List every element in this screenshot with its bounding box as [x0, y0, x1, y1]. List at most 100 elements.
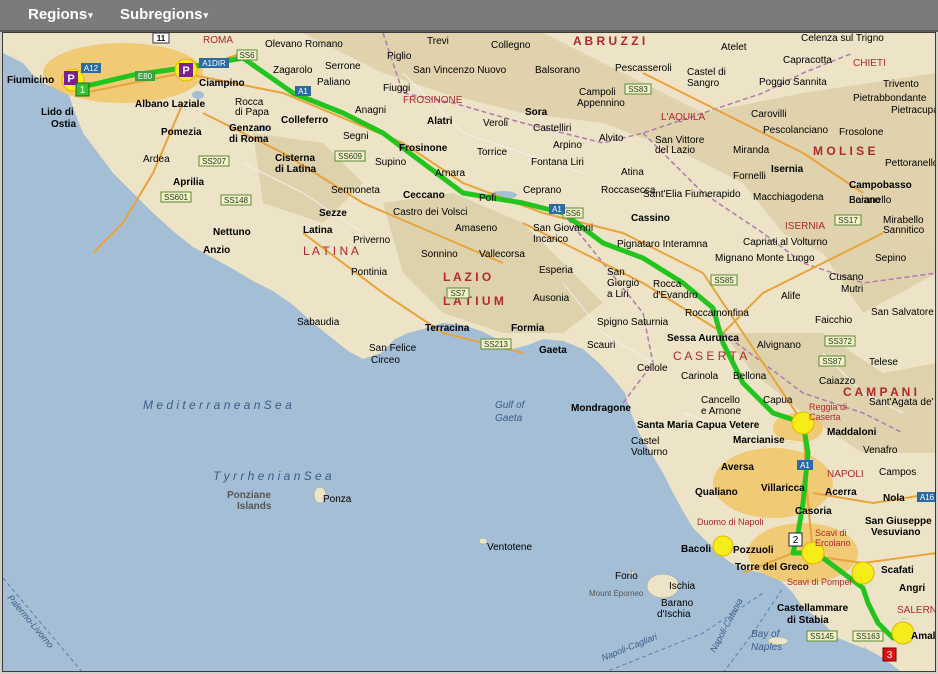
waypoint-label-1: 1: [80, 85, 86, 96]
svg-text:Rocca: Rocca: [653, 279, 682, 290]
svg-text:Capracotta: Capracotta: [783, 55, 832, 66]
svg-text:Ercolano: Ercolano: [815, 538, 851, 548]
svg-text:Scavi di Pompei: Scavi di Pompei: [787, 577, 852, 587]
svg-text:Cancello: Cancello: [701, 395, 740, 406]
svg-text:Alife: Alife: [781, 291, 801, 302]
svg-text:CHIETI: CHIETI: [853, 58, 886, 69]
svg-text:Arpino: Arpino: [553, 140, 582, 151]
svg-text:Qualiano: Qualiano: [695, 487, 738, 498]
svg-text:Caiazzo: Caiazzo: [819, 376, 856, 387]
svg-text:Sant'Agata de': Sant'Agata de': [869, 397, 934, 408]
svg-text:Pietracupa: Pietracupa: [891, 105, 936, 116]
svg-text:Ostia: Ostia: [51, 119, 76, 130]
svg-text:Santa Maria Capua Vetere: Santa Maria Capua Vetere: [637, 420, 760, 431]
svg-text:ROMA: ROMA: [203, 35, 233, 46]
svg-text:Circeo: Circeo: [371, 355, 400, 366]
svg-text:SS145: SS145: [810, 632, 835, 641]
svg-text:Anzio: Anzio: [203, 245, 230, 256]
svg-text:Castro dei Volsci: Castro dei Volsci: [393, 207, 467, 218]
svg-text:M e d i t e r r a n e a n S: M e d i t e r r a n e a n S e a: [143, 398, 292, 412]
svg-text:Lido di: Lido di: [41, 107, 74, 118]
svg-text:Sezze: Sezze: [319, 208, 347, 219]
svg-text:Isernia: Isernia: [771, 164, 804, 175]
svg-text:SS163: SS163: [856, 632, 881, 641]
svg-text:di Latina: di Latina: [275, 164, 317, 175]
highway-shield-label: 11: [157, 34, 166, 43]
svg-text:Baranello: Baranello: [849, 195, 892, 206]
svg-text:Sonnino: Sonnino: [421, 249, 458, 260]
svg-text:Zagarolo: Zagarolo: [273, 65, 313, 76]
svg-text:Miranda: Miranda: [733, 145, 770, 156]
svg-text:Castellammare: Castellammare: [777, 603, 849, 614]
svg-text:Torrice: Torrice: [477, 147, 507, 158]
svg-text:Islands: Islands: [237, 501, 272, 512]
svg-text:Pofi: Pofi: [479, 193, 496, 204]
svg-text:Poggio Sannita: Poggio Sannita: [759, 77, 827, 88]
svg-text:SS6: SS6: [565, 209, 581, 218]
svg-text:Supino: Supino: [375, 157, 407, 168]
svg-text:Atelet: Atelet: [721, 42, 747, 53]
svg-text:Sangro: Sangro: [687, 78, 720, 89]
svg-text:San Giovanni: San Giovanni: [533, 223, 593, 234]
parking-label: P: [67, 73, 74, 85]
svg-text:Serrone: Serrone: [325, 61, 361, 72]
svg-text:Latina: Latina: [303, 225, 333, 236]
svg-text:Veroli: Veroli: [483, 118, 508, 129]
svg-text:Piglio: Piglio: [387, 51, 412, 62]
svg-text:Pettoranello: Pettoranello: [885, 158, 936, 169]
svg-text:Venafro: Venafro: [863, 445, 898, 456]
svg-text:Ceprano: Ceprano: [523, 185, 562, 196]
subregions-menu-label: Subregions: [120, 6, 203, 23]
svg-text:Bacoli: Bacoli: [681, 544, 711, 555]
svg-text:Telese: Telese: [869, 357, 898, 368]
svg-text:SS601: SS601: [164, 193, 189, 202]
svg-text:ISERNIA: ISERNIA: [785, 221, 825, 232]
chevron-down-icon: ▾: [88, 9, 93, 20]
svg-text:Cisterna: Cisterna: [275, 153, 315, 164]
svg-text:Acerra: Acerra: [825, 487, 857, 498]
svg-text:Sermoneta: Sermoneta: [331, 185, 380, 196]
svg-text:Carovilli: Carovilli: [751, 109, 787, 120]
svg-text:A12: A12: [84, 64, 99, 73]
menu-toolbar: Regions▾ Subregions▾: [0, 0, 938, 32]
svg-text:Scavi di: Scavi di: [815, 528, 847, 538]
svg-text:Angri: Angri: [899, 583, 925, 594]
svg-text:Olevano Romano: Olevano Romano: [265, 39, 343, 50]
svg-text:Incarico: Incarico: [533, 234, 568, 245]
svg-text:Ausonia: Ausonia: [533, 293, 570, 304]
map-canvas[interactable]: P P 1 2 3 11 A B R U Z Z I M O L I S E L…: [3, 33, 936, 672]
svg-text:Campoli: Campoli: [579, 87, 616, 98]
svg-text:di Roma: di Roma: [229, 134, 269, 145]
svg-text:San Vincenzo Nuovo: San Vincenzo Nuovo: [413, 65, 507, 76]
svg-text:SS213: SS213: [484, 340, 509, 349]
svg-text:Spigno Saturnia: Spigno Saturnia: [597, 317, 669, 328]
svg-text:Barano: Barano: [661, 598, 694, 609]
svg-text:Segni: Segni: [343, 131, 369, 142]
svg-text:Capua: Capua: [763, 395, 793, 406]
svg-text:d'Ischia: d'Ischia: [657, 609, 691, 620]
svg-text:Faicchio: Faicchio: [815, 315, 853, 326]
svg-text:Forio: Forio: [615, 571, 638, 582]
svg-text:Mount Epomeo: Mount Epomeo: [589, 589, 644, 598]
regions-menu-label: Regions: [28, 6, 88, 23]
svg-text:Terracina: Terracina: [425, 323, 470, 334]
svg-text:SS87: SS87: [822, 357, 842, 366]
svg-text:SS17: SS17: [838, 216, 858, 225]
svg-text:Sannitico: Sannitico: [883, 225, 925, 236]
svg-text:Alvignano: Alvignano: [757, 340, 801, 351]
svg-text:San Giuseppe: San Giuseppe: [865, 516, 932, 527]
svg-text:Anagni: Anagni: [355, 105, 386, 116]
svg-text:Pomezia: Pomezia: [161, 127, 202, 138]
svg-text:SS6: SS6: [239, 51, 255, 60]
map-view[interactable]: P P 1 2 3 11 A B R U Z Z I M O L I S E L…: [2, 32, 936, 672]
svg-text:Sessa Aurunca: Sessa Aurunca: [667, 333, 739, 344]
svg-text:Ardea: Ardea: [143, 154, 170, 165]
svg-text:M O L I S E: M O L I S E: [813, 144, 875, 158]
regions-menu-button[interactable]: Regions▾: [28, 6, 93, 23]
svg-text:Ceccano: Ceccano: [403, 190, 445, 201]
svg-text:A1: A1: [552, 205, 562, 214]
subregions-menu-button[interactable]: Subregions▾: [120, 6, 208, 23]
svg-text:Campos: Campos: [879, 467, 916, 478]
svg-text:Pescasseroli: Pescasseroli: [615, 63, 672, 74]
svg-text:Fiuggi: Fiuggi: [383, 83, 410, 94]
